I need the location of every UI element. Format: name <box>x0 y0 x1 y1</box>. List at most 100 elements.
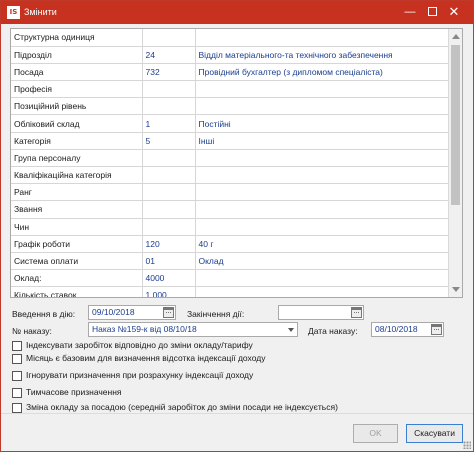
table-row[interactable]: Графік роботи 120 40 г <box>11 235 450 253</box>
end-date-field[interactable] <box>278 305 364 320</box>
start-date-field[interactable]: 09/10/2018 <box>88 305 176 320</box>
footer-divider <box>1 413 473 414</box>
order-date-field[interactable]: 08/10/2018 <box>371 322 444 337</box>
chevron-down-icon[interactable] <box>288 328 294 332</box>
checkbox-label: Тимчасове призначення <box>26 387 122 397</box>
row-label: Посада <box>11 63 143 82</box>
row-label: Звання <box>11 200 143 219</box>
checkbox-box[interactable] <box>12 388 22 398</box>
minimize-button[interactable]: — <box>403 5 417 19</box>
row-code[interactable]: 1.000 <box>142 286 196 297</box>
checkbox-box[interactable] <box>12 371 22 381</box>
row-value[interactable]: Відділ матеріального-та технічного забез… <box>195 46 450 64</box>
resize-grip[interactable] <box>463 441 471 449</box>
calendar-icon[interactable] <box>351 307 362 318</box>
row-code[interactable] <box>142 183 196 202</box>
row-code[interactable]: 1 <box>142 114 196 133</box>
table-row[interactable]: Категорія 5 Інші <box>11 132 450 150</box>
row-value[interactable] <box>195 166 450 185</box>
row-code[interactable]: 732 <box>142 63 196 82</box>
row-value[interactable]: Оклад <box>195 252 450 271</box>
start-date-value: 09/10/2018 <box>92 307 135 317</box>
row-code[interactable] <box>142 97 196 116</box>
table-row[interactable]: Ранг <box>11 183 450 202</box>
window-title: Змінити <box>24 7 57 17</box>
table-row[interactable]: Позиційний рівень <box>11 97 450 116</box>
order-number-label: № наказу: <box>12 326 52 336</box>
scroll-up-arrow-icon[interactable] <box>452 34 460 39</box>
table-row[interactable]: Звання <box>11 200 450 219</box>
row-code[interactable]: 120 <box>142 235 196 253</box>
row-value[interactable]: Інші <box>195 132 450 150</box>
row-code[interactable] <box>142 218 196 236</box>
row-label: Графік роботи <box>11 235 143 253</box>
row-value[interactable] <box>195 97 450 116</box>
row-value[interactable] <box>195 149 450 168</box>
table-row[interactable]: Посада 732 Провідний бухгалтер (з дипломом… <box>11 63 450 82</box>
row-code[interactable]: 24 <box>142 46 196 64</box>
row-code[interactable] <box>142 200 196 219</box>
table-row[interactable]: Кваліфікаційна категорія <box>11 166 450 185</box>
row-label: Оклад: <box>11 269 143 288</box>
row-label: Система оплати <box>11 252 143 271</box>
row-code[interactable] <box>142 149 196 168</box>
row-value[interactable] <box>195 218 450 236</box>
scroll-down-arrow-icon[interactable] <box>452 287 460 292</box>
row-value[interactable]: Постійні <box>195 114 450 133</box>
table-row[interactable]: Структурна одиниця <box>11 29 450 47</box>
table-row[interactable]: Професія <box>11 80 450 99</box>
calendar-icon[interactable] <box>163 307 174 318</box>
row-label: Кількість ставок <box>11 286 143 297</box>
scroll-thumb[interactable] <box>451 45 460 205</box>
row-value[interactable] <box>195 286 450 297</box>
row-label: Чин <box>11 218 143 236</box>
checkbox-box[interactable] <box>12 341 22 351</box>
table-row[interactable]: Оклад: 4000 <box>11 269 450 288</box>
row-value[interactable] <box>195 269 450 288</box>
row-code[interactable] <box>142 166 196 185</box>
maximize-button[interactable] <box>425 5 439 19</box>
checkbox-box[interactable] <box>12 354 22 364</box>
app-logo-icon: IS <box>7 6 20 19</box>
title-bar[interactable]: IS Змінити — ✕ <box>1 1 473 24</box>
row-label: Позиційний рівень <box>11 97 143 116</box>
row-label: Професія <box>11 80 143 99</box>
row-code[interactable]: 5 <box>142 132 196 150</box>
row-code[interactable] <box>142 29 196 47</box>
row-value[interactable] <box>195 80 450 99</box>
checkbox-box[interactable] <box>12 403 22 413</box>
row-value[interactable] <box>195 183 450 202</box>
order-number-value: Наказ №159-к від 08/10/18 <box>92 324 197 334</box>
table-row[interactable]: Обліковий склад 1 Постійні <box>11 114 450 133</box>
start-date-label: Введення в дію: <box>12 309 76 319</box>
ok-button[interactable]: OK <box>353 424 398 443</box>
row-value[interactable] <box>195 29 450 47</box>
table-row[interactable]: Система оплати 01 Оклад <box>11 252 450 271</box>
table-row[interactable]: Група персоналу <box>11 149 450 168</box>
table-row[interactable]: Чин <box>11 218 450 236</box>
edit-dialog: IS Змінити — ✕ Структурна одиниця Підрозд… <box>0 0 474 452</box>
checkbox-label: Місяць є базовим для визначення відсотка… <box>26 353 266 363</box>
checkbox-label: Ігнорувати призначення при розрахунку ін… <box>26 370 254 380</box>
order-date-label: Дата наказу: <box>308 326 358 336</box>
properties-grid: Структурна одиниця Підрозділ 24 Відділ мате… <box>10 28 463 298</box>
row-value[interactable]: Провідний бухгалтер (з дипломом спеціалі… <box>195 63 450 82</box>
row-value[interactable] <box>195 200 450 219</box>
end-date-label: Закінчення дії: <box>187 309 245 319</box>
grid-scrollbar[interactable] <box>448 29 462 297</box>
row-value[interactable]: 40 г <box>195 235 450 253</box>
row-code[interactable]: 01 <box>142 252 196 271</box>
row-code[interactable] <box>142 80 196 99</box>
cancel-button[interactable]: Скасувати <box>406 424 463 443</box>
row-label: Структурна одиниця <box>11 29 143 47</box>
calendar-icon[interactable] <box>431 324 442 335</box>
row-label: Категорія <box>11 132 143 150</box>
row-label: Обліковий склад <box>11 114 143 133</box>
order-number-combo[interactable]: Наказ №159-к від 08/10/18 <box>88 322 298 337</box>
maximize-icon <box>427 6 437 16</box>
table-row[interactable]: Підрозділ 24 Відділ матеріального-та техні… <box>11 46 450 64</box>
close-button[interactable]: ✕ <box>447 5 461 19</box>
table-row[interactable]: Кількість ставок 1.000 <box>11 286 450 297</box>
row-code[interactable]: 4000 <box>142 269 196 288</box>
row-label: Ранг <box>11 183 143 202</box>
